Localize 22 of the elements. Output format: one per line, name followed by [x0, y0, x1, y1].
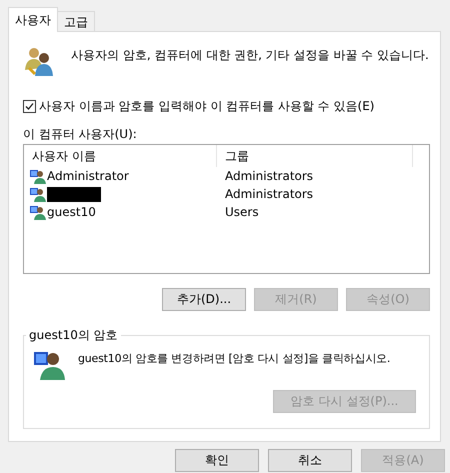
list-label: 이 컴퓨터 사용자(U): — [23, 126, 138, 142]
tab[interactable]: 고급 — [57, 11, 95, 31]
user-group: Users — [217, 205, 417, 219]
group-title: guest10의 암호 — [28, 327, 119, 344]
tab[interactable]: 사용자 — [8, 7, 58, 32]
description-text: 사용자의 암호, 컴퓨터에 대한 권한, 기타 설정을 바꿀 수 있습니다. — [71, 47, 429, 64]
user-icon — [30, 186, 46, 202]
column-header[interactable]: 사용자 이름 — [24, 145, 217, 167]
dialog-button[interactable]: 취소 — [268, 449, 352, 472]
user-icon — [30, 204, 46, 220]
checkbox[interactable] — [23, 100, 36, 112]
user-icon — [30, 168, 46, 184]
user-list[interactable]: 사용자 이름 그룹 Administrator Administrators Administrators guest10 Users — [23, 144, 430, 274]
dialog-button[interactable]: 추가(D)... — [162, 288, 246, 311]
dialog-button[interactable]: 확인 — [175, 449, 259, 472]
column-header[interactable]: 그룹 — [217, 145, 413, 167]
user-group: Administrators — [217, 169, 417, 183]
password-hint: guest10의 암호를 변경하려면 [암호 다시 설정]을 클릭하십시오. — [78, 351, 390, 366]
user-group: Administrators — [217, 187, 417, 201]
user-name[interactable]: guest10 — [47, 205, 96, 219]
checkbox-label[interactable]: 사용자 이름과 암호를 입력해야 이 컴퓨터를 사용할 수 있음(E) — [39, 98, 374, 114]
user-name[interactable]: Administrator — [47, 169, 129, 183]
